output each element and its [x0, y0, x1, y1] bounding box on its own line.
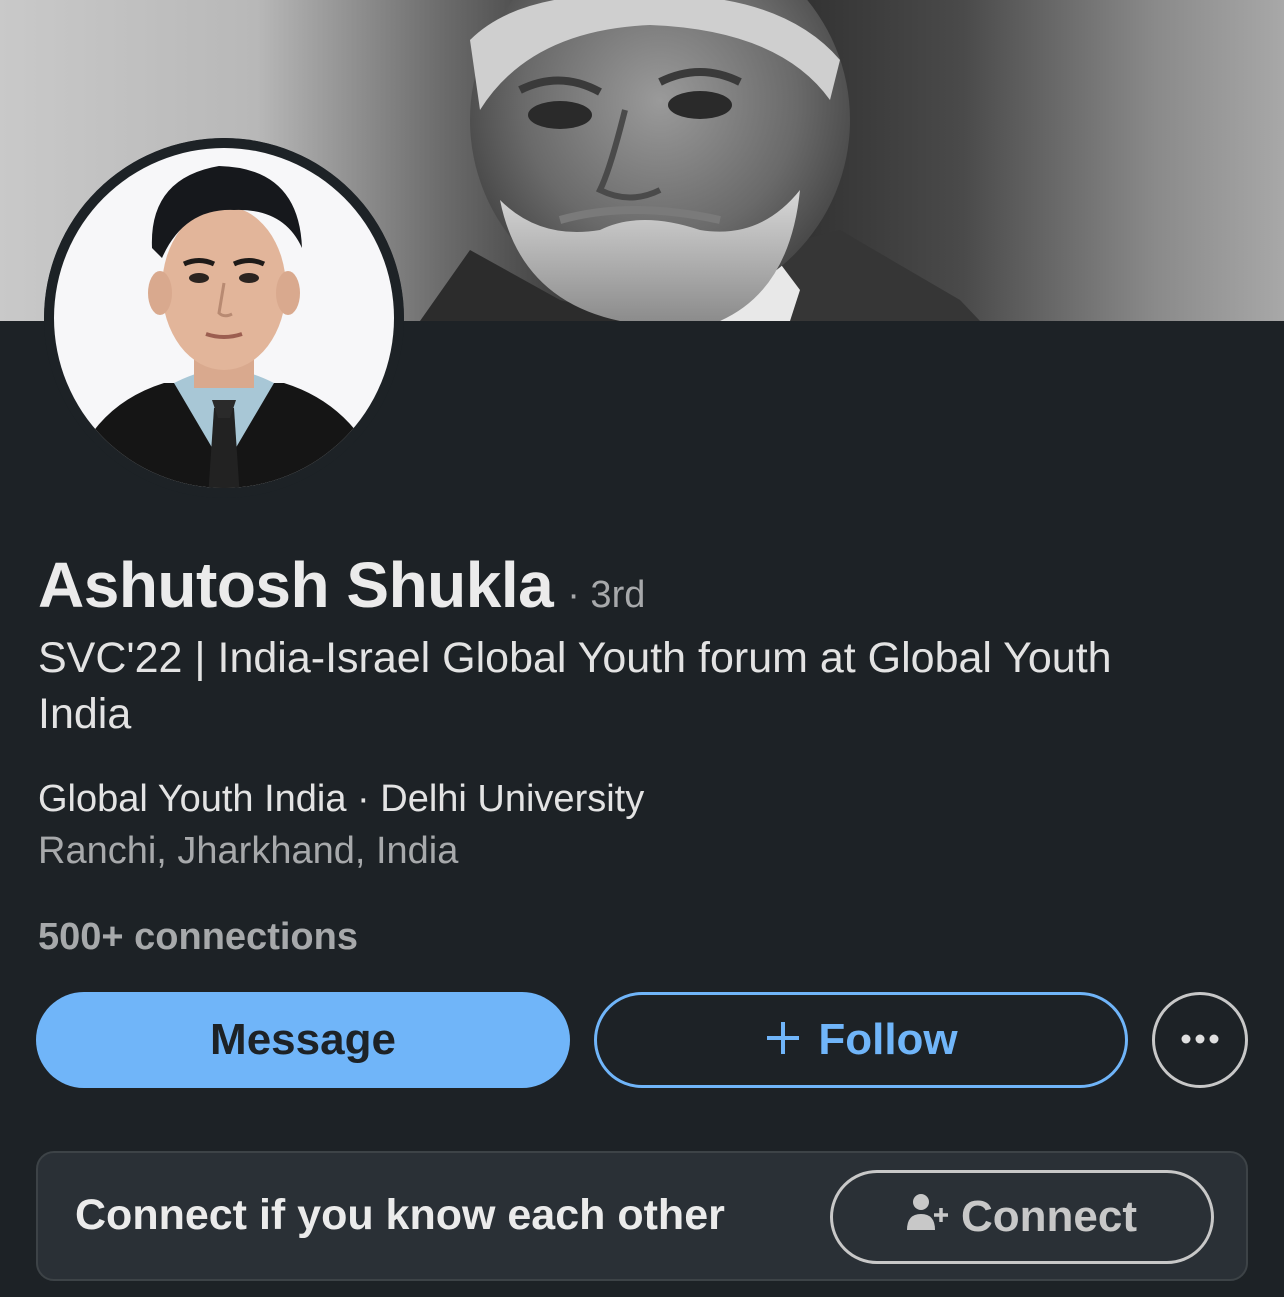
profile-headline: SVC'22 | India-Israel Global Youth forum… — [38, 634, 1112, 738]
profile-page: Ashutosh Shukla · 3rd SVC'22 | India-Isr… — [0, 0, 1284, 1297]
message-button-label: Message — [210, 1015, 396, 1064]
profile-location: Ranchi, Jharkhand, India — [38, 830, 459, 872]
connections-count[interactable]: 500+ connections — [38, 916, 358, 959]
avatar-image — [44, 138, 404, 498]
ellipsis-icon — [1180, 1031, 1220, 1049]
connect-suggestion-card: Connect if you know each other Connect — [36, 1151, 1248, 1281]
profile-name: Ashutosh Shukla — [38, 549, 554, 621]
plus-icon — [764, 1014, 802, 1066]
connect-prompt: Connect if you know each other — [75, 1191, 725, 1239]
follow-button-label: Follow — [818, 1015, 958, 1064]
follow-button[interactable]: Follow — [594, 992, 1128, 1088]
connect-button[interactable]: Connect — [830, 1170, 1214, 1264]
profile-company-education[interactable]: Global Youth India · Delhi University — [38, 778, 644, 821]
more-actions-button[interactable] — [1152, 992, 1248, 1088]
connection-degree: · 3rd — [567, 574, 646, 616]
connect-button-label: Connect — [961, 1192, 1137, 1241]
add-person-icon — [907, 1192, 961, 1243]
message-button[interactable]: Message — [36, 992, 570, 1088]
profile-avatar[interactable] — [44, 138, 404, 498]
name-row: Ashutosh Shukla · 3rd — [38, 548, 645, 622]
